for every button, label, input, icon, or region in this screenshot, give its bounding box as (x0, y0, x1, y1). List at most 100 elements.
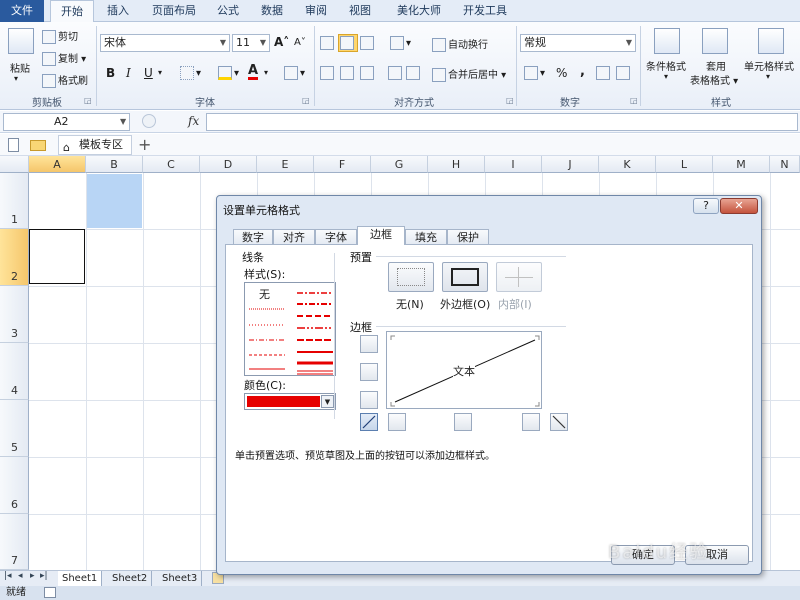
tab-data[interactable]: 数据 (254, 0, 290, 22)
border-diagonal-up-button[interactable] (360, 413, 378, 431)
format-as-table-button[interactable]: 表格格式 ▾ (690, 72, 738, 87)
fill-color-button[interactable]: ▾ (218, 66, 239, 80)
increase-indent-button[interactable] (406, 66, 422, 80)
align-right-button[interactable] (360, 66, 376, 80)
column-header[interactable]: B (86, 156, 143, 173)
row-header[interactable]: 2 (0, 229, 29, 286)
last-sheet-icon[interactable]: ▸| (40, 571, 48, 581)
tab-alignment[interactable]: 对齐 (273, 229, 315, 245)
bold-button[interactable]: B (106, 66, 115, 80)
column-header[interactable]: G (371, 156, 428, 173)
column-header[interactable]: E (257, 156, 314, 173)
paste-icon[interactable] (8, 28, 34, 54)
tab-number[interactable]: 数字 (233, 229, 273, 245)
cut-button[interactable]: 剪切 (42, 28, 78, 44)
tab-view[interactable]: 视图 (342, 0, 378, 22)
font-launcher-icon[interactable]: ◲ (302, 96, 310, 105)
row-header[interactable]: 4 (0, 343, 29, 400)
preset-outline-button[interactable] (442, 262, 488, 292)
column-header[interactable]: A (29, 156, 86, 173)
format-painter-button[interactable]: 格式刷 (42, 72, 88, 88)
column-header[interactable]: D (200, 156, 257, 173)
color-picker[interactable]: ▼ (244, 393, 336, 410)
grow-font-button[interactable]: A˄ (274, 35, 289, 49)
tab-template-zone[interactable]: ⌂ 模板专区 (58, 135, 132, 155)
insert-function-button[interactable]: fx (188, 114, 199, 128)
column-header[interactable]: J (542, 156, 599, 173)
increase-decimal-button[interactable] (596, 66, 612, 80)
chevron-down-icon[interactable]: ▼ (321, 395, 334, 408)
cell-styles-button[interactable]: 单元格样式 (744, 58, 794, 73)
border-center-button[interactable] (454, 413, 472, 431)
font-name-combo[interactable]: 宋体 ▼ (100, 34, 230, 52)
row-header[interactable]: 6 (0, 457, 29, 514)
tab-home[interactable]: 开始 (50, 0, 94, 23)
line-style-samples[interactable] (245, 283, 337, 377)
column-header[interactable]: F (314, 156, 371, 173)
column-header[interactable]: M (713, 156, 770, 173)
cell-styles-icon[interactable] (758, 28, 784, 54)
border-preview[interactable]: 文本 (386, 331, 542, 409)
tab-font[interactable]: 字体 (315, 229, 357, 245)
merge-center-button[interactable]: 合并后居中 ▾ (432, 66, 506, 82)
column-header[interactable]: L (656, 156, 713, 173)
name-box-dropdown-icon[interactable]: ▼ (120, 117, 126, 126)
format-as-table-icon[interactable] (702, 28, 728, 54)
column-header[interactable]: N (770, 156, 800, 173)
tab-formulas[interactable]: 公式 (210, 0, 246, 22)
border-left-button[interactable] (388, 413, 406, 431)
copy-button[interactable]: 复制 ▾ (42, 50, 86, 66)
row-header[interactable]: 1 (0, 173, 29, 229)
tab-protection[interactable]: 保护 (447, 229, 489, 245)
column-header[interactable]: K (599, 156, 656, 173)
alignment-launcher-icon[interactable]: ◲ (506, 96, 514, 105)
italic-button[interactable]: I (126, 66, 131, 80)
cell-b1[interactable] (87, 174, 142, 228)
decrease-decimal-button[interactable] (616, 66, 632, 80)
new-document-icon[interactable] (8, 138, 19, 152)
clipboard-launcher-icon[interactable]: ◲ (84, 96, 92, 105)
select-all-corner[interactable] (0, 156, 29, 173)
tab-beautify-master[interactable]: 美化大师 (388, 0, 450, 22)
name-box[interactable]: A2 (3, 113, 130, 131)
paste-button[interactable]: 粘贴 (10, 60, 30, 75)
tab-review[interactable]: 审阅 (298, 0, 334, 22)
sheet-tab-1[interactable]: Sheet1 (58, 571, 103, 586)
format-as-table-line1[interactable]: 套用 (706, 58, 726, 73)
column-header[interactable]: H (428, 156, 485, 173)
border-middle-button[interactable] (360, 363, 378, 381)
tab-file[interactable]: 文件 (0, 0, 44, 22)
cell-a2-active[interactable] (29, 229, 85, 284)
tab-insert[interactable]: 插入 (100, 0, 136, 22)
folder-icon[interactable] (30, 140, 46, 151)
tab-page-layout[interactable]: 页面布局 (144, 0, 204, 22)
align-center-button[interactable] (340, 66, 356, 80)
prev-sheet-icon[interactable]: ◂ (18, 571, 23, 581)
font-color-dropdown-icon[interactable]: ▾ (264, 68, 268, 77)
underline-dropdown-icon[interactable]: ▾ (158, 68, 162, 77)
phonetic-button[interactable]: ▾ (284, 66, 305, 80)
column-header[interactable]: I (485, 156, 542, 173)
border-top-button[interactable] (360, 335, 378, 353)
row-header[interactable]: 3 (0, 286, 29, 343)
underline-button[interactable]: U (144, 66, 153, 80)
border-diagonal-down-button[interactable] (550, 413, 568, 431)
preset-none-button[interactable] (388, 262, 434, 292)
formula-input[interactable] (206, 113, 798, 131)
sheet-tab-3[interactable]: Sheet3 (158, 571, 203, 586)
number-format-combo[interactable]: 常规 ▼ (520, 34, 636, 52)
border-bottom-button[interactable] (360, 391, 378, 409)
first-sheet-icon[interactable]: |◂ (4, 571, 12, 581)
next-sheet-icon[interactable]: ▸ (30, 571, 35, 581)
shrink-font-button[interactable]: A˅ (294, 37, 306, 48)
tab-border[interactable]: 边框 (357, 226, 405, 245)
comma-button[interactable]: , (580, 64, 585, 79)
tab-developer[interactable]: 开发工具 (456, 0, 514, 22)
decrease-indent-button[interactable] (388, 66, 404, 80)
row-header[interactable]: 5 (0, 400, 29, 457)
wrap-text-button[interactable]: 自动换行 (432, 36, 488, 52)
align-bottom-button[interactable] (360, 36, 376, 50)
orientation-button[interactable]: ▾ (390, 36, 411, 50)
column-header[interactable]: C (143, 156, 200, 173)
conditional-format-button[interactable]: 条件格式 (646, 58, 686, 73)
